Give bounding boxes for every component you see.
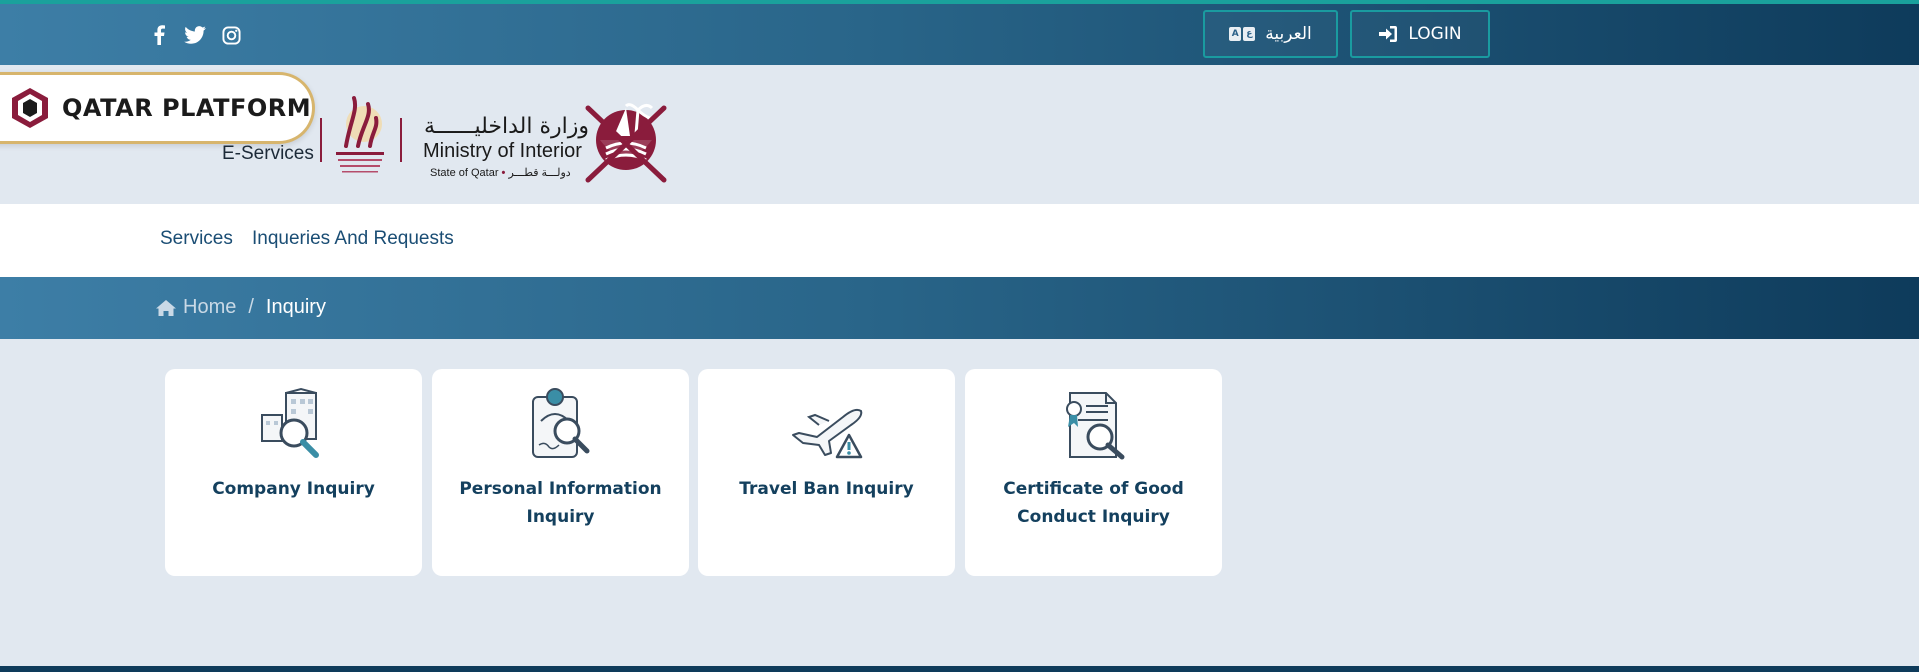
breadcrumb-bar: Home / Inquiry <box>0 277 1919 339</box>
main-nav: Services Inqueries And Requests <box>0 204 1919 277</box>
language-switch-button[interactable]: Aع العربية <box>1203 10 1338 58</box>
breadcrumb-home-label: Home <box>183 296 237 318</box>
eservices-label: E-Services <box>222 143 314 164</box>
twitter-icon[interactable] <box>184 24 206 46</box>
national-vision-emblem <box>336 96 384 173</box>
breadcrumb-current: Inquiry <box>265 296 326 318</box>
login-button[interactable]: LOGIN <box>1350 10 1490 58</box>
personal-information-inquiry-card[interactable]: Personal Information Inquiry <box>432 369 689 576</box>
home-icon <box>156 299 176 316</box>
instagram-icon[interactable] <box>220 24 242 46</box>
certificate-good-conduct-inquiry-card[interactable]: Certificate of Good Conduct Inquiry <box>965 369 1222 576</box>
sign-in-icon <box>1379 26 1398 42</box>
footer-edge <box>0 666 1919 672</box>
travel-ban-inquiry-card[interactable]: Travel Ban Inquiry <box>698 369 955 576</box>
divider <box>320 118 322 162</box>
state-english: State of Qatar <box>430 167 499 179</box>
top-bar: Aع العربية LOGIN <box>0 0 1919 65</box>
card-title: Company Inquiry <box>212 479 375 499</box>
airplane-warning-icon <box>791 408 862 459</box>
facebook-icon[interactable] <box>148 24 170 46</box>
platform-name: QATAR PLATFORM <box>62 94 312 122</box>
social-links <box>148 24 242 46</box>
breadcrumb: Home / Inquiry <box>155 296 326 319</box>
translate-icon: Aع <box>1229 27 1256 41</box>
breadcrumb-home[interactable]: Home <box>155 296 236 319</box>
card-title: Personal Information Inquiry <box>459 479 662 527</box>
person-search-icon <box>531 388 589 458</box>
language-label: العربية <box>1265 24 1312 44</box>
card-title: Certificate of Good Conduct Inquiry <box>1003 479 1184 527</box>
divider <box>400 118 402 162</box>
moi-arabic-name: وزارة الداخليــــــة <box>424 114 589 139</box>
company-search-icon <box>260 387 319 458</box>
login-label: LOGIN <box>1408 24 1462 44</box>
certificate-search-icon <box>1065 392 1124 460</box>
state-arabic: دولـــة قطـــر <box>508 167 571 179</box>
moi-english-name: Ministry of Interior <box>423 140 582 162</box>
qatar-platform-mark-icon <box>12 88 48 128</box>
breadcrumb-separator: / <box>248 296 254 318</box>
qatar-emblem-icon <box>585 103 667 183</box>
nav-item-services[interactable]: Services <box>160 228 233 250</box>
card-title: Travel Ban Inquiry <box>739 479 914 499</box>
qatar-platform-logo[interactable]: QATAR PLATFORM <box>0 72 315 144</box>
moi-state-line: State of Qatar • دولـــة قطـــر <box>430 167 571 179</box>
nav-item-inquiries-requests[interactable]: Inqueries And Requests <box>252 228 454 250</box>
company-inquiry-card[interactable]: Company Inquiry <box>165 369 422 576</box>
